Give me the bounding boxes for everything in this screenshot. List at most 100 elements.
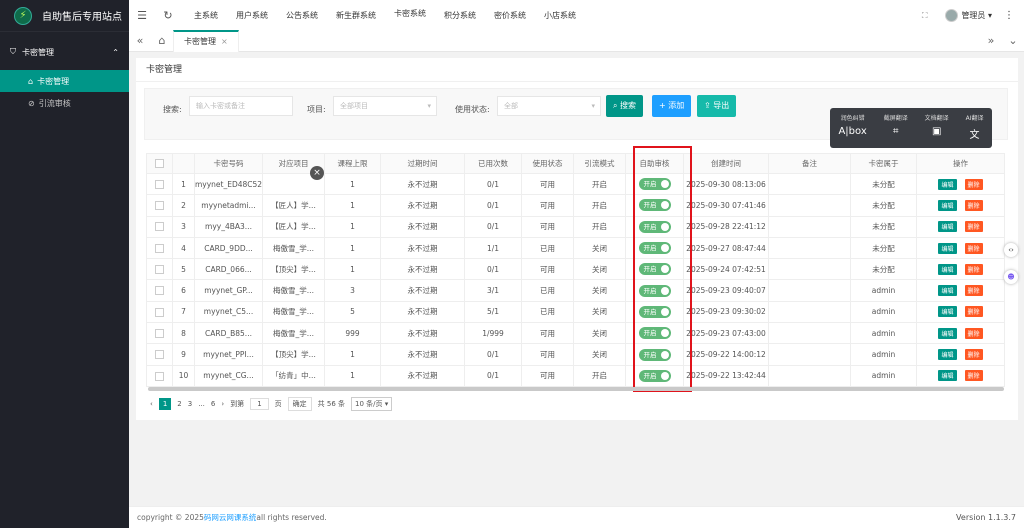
menu-toggle-icon[interactable]: ☰ bbox=[129, 9, 155, 22]
sidebar-item-traffic-audit[interactable]: ⊘ 引流审核 bbox=[0, 92, 129, 114]
delete-button[interactable]: 删除 bbox=[964, 221, 983, 233]
refresh-icon[interactable]: ↻ bbox=[155, 9, 181, 22]
page-1[interactable]: 1 bbox=[158, 398, 172, 410]
course-limit: 1 bbox=[324, 364, 381, 387]
close-icon[interactable]: × bbox=[310, 166, 324, 180]
highlight-box bbox=[633, 146, 692, 392]
user-menu[interactable]: 管理员 ▾ bbox=[961, 10, 992, 21]
row-checkbox[interactable] bbox=[146, 300, 173, 324]
delete-button[interactable]: 删除 bbox=[964, 285, 983, 297]
brand-logo-icon: ⚡ bbox=[14, 6, 32, 25]
close-icon[interactable]: × bbox=[221, 37, 228, 46]
add-button[interactable]: + 添加 bbox=[652, 95, 692, 117]
edit-button[interactable]: 编辑 bbox=[938, 242, 957, 254]
goto-ok-button[interactable]: 确定 bbox=[287, 397, 312, 411]
edit-button[interactable]: 编辑 bbox=[938, 221, 957, 233]
page-6[interactable]: 6 bbox=[211, 400, 215, 408]
row-index: 4 bbox=[172, 236, 195, 260]
nav-notice[interactable]: 公告系统 bbox=[277, 0, 327, 32]
delete-button[interactable]: 删除 bbox=[964, 349, 983, 361]
nav-price[interactable]: 密价系统 bbox=[485, 0, 535, 32]
tabs-left-icon[interactable]: « bbox=[129, 34, 151, 47]
table-row[interactable]: 10 myynet_CG... 「纺青」中... 1 永不过期 0/1 可用 开启 开启 2025… bbox=[146, 364, 1005, 387]
page-size-select[interactable]: 10 条/页 ▾ bbox=[351, 397, 393, 411]
more-icon[interactable]: ⋮ bbox=[1004, 10, 1014, 21]
nav-group[interactable]: 新生群系统 bbox=[327, 0, 385, 32]
delete-button[interactable]: 删除 bbox=[964, 370, 983, 382]
row-checkbox[interactable] bbox=[146, 172, 173, 196]
tabs-menu-icon[interactable]: ⌄ bbox=[1002, 34, 1024, 47]
sidebar-item-card-manage[interactable]: ⌂ 卡密管理 bbox=[0, 70, 129, 92]
project-label: 项目: bbox=[307, 105, 326, 114]
project-select[interactable]: 全部项目 ▾ bbox=[333, 96, 437, 116]
row-checkbox[interactable] bbox=[146, 279, 173, 302]
fullscreen-icon[interactable]: ⛶ bbox=[922, 11, 928, 21]
table-row[interactable]: 3 myy_4BA3... 【匠人】学... 1 永不过期 0/1 可用 开启 开启 2025-0… bbox=[146, 215, 1005, 238]
check-circle-icon: ⊘ bbox=[28, 98, 35, 108]
top-bar: ☰ ↻ 主系统 用户系统 公告系统 新生群系统 卡密系统 积分系统 密价系统 小… bbox=[129, 0, 1024, 32]
table-row[interactable]: 5 CARD_066... 【顶尖】学... 1 永不过期 0/1 可用 关闭 开启 2025-0… bbox=[146, 258, 1005, 281]
edit-button[interactable]: 编辑 bbox=[938, 327, 957, 339]
edit-button[interactable]: 编辑 bbox=[938, 370, 957, 382]
search-input[interactable]: 输入卡密或备注 bbox=[189, 96, 293, 116]
edit-button[interactable]: 编辑 bbox=[938, 306, 957, 318]
table-row[interactable]: 9 myynet_PPI... 【顶尖】学... 1 永不过期 0/1 可用 关闭 开启 2025… bbox=[146, 343, 1005, 366]
nav-points[interactable]: 积分系统 bbox=[435, 0, 485, 32]
row-checkbox[interactable] bbox=[146, 194, 173, 217]
delete-button[interactable]: 删除 bbox=[964, 178, 983, 190]
next-page-icon[interactable]: › bbox=[221, 400, 224, 408]
status-select[interactable]: 全部 ▾ bbox=[497, 96, 601, 116]
robot-icon[interactable]: ☻ bbox=[1004, 270, 1018, 284]
delete-button[interactable]: 删除 bbox=[964, 199, 983, 211]
chevron-down-icon: ▾ bbox=[427, 102, 431, 110]
tabs-right-icon[interactable]: » bbox=[980, 34, 1002, 47]
table-row[interactable]: 4 CARD_9DD... 梅傲雪_学... 1 永不过期 1/1 已用 关闭 开启 2025-0… bbox=[146, 236, 1005, 260]
nav-user[interactable]: 用户系统 bbox=[227, 0, 277, 32]
prev-page-icon[interactable]: ‹ bbox=[150, 400, 153, 408]
table-row[interactable]: 7 myynet_C5... 梅傲雪_学... 5 永不过期 5/1 已用 关闭 开启 2025-… bbox=[146, 300, 1005, 324]
traffic-mode: 关闭 bbox=[573, 236, 626, 260]
edit-button[interactable]: 编辑 bbox=[938, 263, 957, 275]
nav-shop[interactable]: 小店系统 bbox=[535, 0, 585, 32]
export-button[interactable]: ⇪ 导出 bbox=[697, 95, 737, 117]
row-checkbox[interactable] bbox=[146, 236, 173, 260]
brand[interactable]: ⚡ 自助售后专用站点 bbox=[0, 0, 129, 32]
page-2[interactable]: 2 bbox=[177, 400, 181, 408]
select-all-checkbox[interactable] bbox=[146, 153, 173, 174]
tab-card-manage[interactable]: 卡密管理 × bbox=[173, 29, 239, 52]
row-checkbox[interactable] bbox=[146, 322, 173, 345]
table-row[interactable]: 2 myynetadmi... 【匠人】学... 1 永不过期 0/1 可用 开启 开启 2025… bbox=[146, 194, 1005, 217]
goto-input[interactable]: 1 bbox=[250, 398, 269, 410]
row-checkbox[interactable] bbox=[146, 364, 173, 387]
tool-polish[interactable]: 润色纠错 A|box bbox=[838, 113, 866, 148]
tool-ai-translate[interactable]: AI翻译文 bbox=[966, 113, 984, 148]
delete-button[interactable]: 删除 bbox=[964, 327, 983, 339]
table-row[interactable]: 6 myynet_GP... 梅傲雪_学... 3 永不过期 3/1 已用 关闭 开启 2025-… bbox=[146, 279, 1005, 302]
avatar[interactable] bbox=[945, 9, 959, 22]
horizontal-scrollbar[interactable] bbox=[148, 387, 1004, 391]
edit-button[interactable]: 编辑 bbox=[938, 285, 957, 297]
row-checkbox[interactable] bbox=[146, 258, 173, 281]
code-icon[interactable]: ‹› bbox=[1004, 243, 1018, 257]
nav-card[interactable]: 卡密系统 bbox=[385, 0, 435, 32]
nav-main[interactable]: 主系统 bbox=[185, 0, 227, 32]
row-checkbox[interactable] bbox=[146, 343, 173, 366]
tool-screenshot-translate[interactable]: 截屏翻译 ⌗ bbox=[884, 113, 908, 148]
sidebar-group-card[interactable]: ⛉ 卡密管理 ⌃ bbox=[0, 34, 129, 70]
tool-doc-translate[interactable]: 文档翻译 ▣ bbox=[925, 113, 949, 148]
row-checkbox[interactable] bbox=[146, 215, 173, 238]
footer-link[interactable]: 码网云网课系统 bbox=[204, 512, 257, 523]
edit-button[interactable]: 编辑 bbox=[938, 199, 957, 211]
home-tab-icon[interactable]: ⌂ bbox=[151, 34, 173, 47]
delete-button[interactable]: 删除 bbox=[964, 263, 983, 275]
delete-button[interactable]: 删除 bbox=[964, 242, 983, 254]
actions: 编辑 删除 bbox=[916, 279, 1005, 302]
table-row[interactable]: 8 CARD_B85... 梅傲雪_学... 999 永不过期 1/999 可用 关闭 开启 20… bbox=[146, 322, 1005, 345]
table-row[interactable]: 1myynet_ED48C52AEA3204EA1永不过期0/1可用开启开启20… bbox=[146, 172, 1005, 196]
page-3[interactable]: 3 bbox=[188, 400, 192, 408]
edit-button[interactable]: 编辑 bbox=[938, 349, 957, 361]
search-button[interactable]: ⌕ 搜索 bbox=[606, 95, 644, 117]
edit-button[interactable]: 编辑 bbox=[938, 178, 957, 190]
pagination: ‹ 1 2 3 ... 6 › 到第 1 页 确定 共 56 条 10 条/页 … bbox=[150, 397, 398, 411]
delete-button[interactable]: 删除 bbox=[964, 306, 983, 318]
